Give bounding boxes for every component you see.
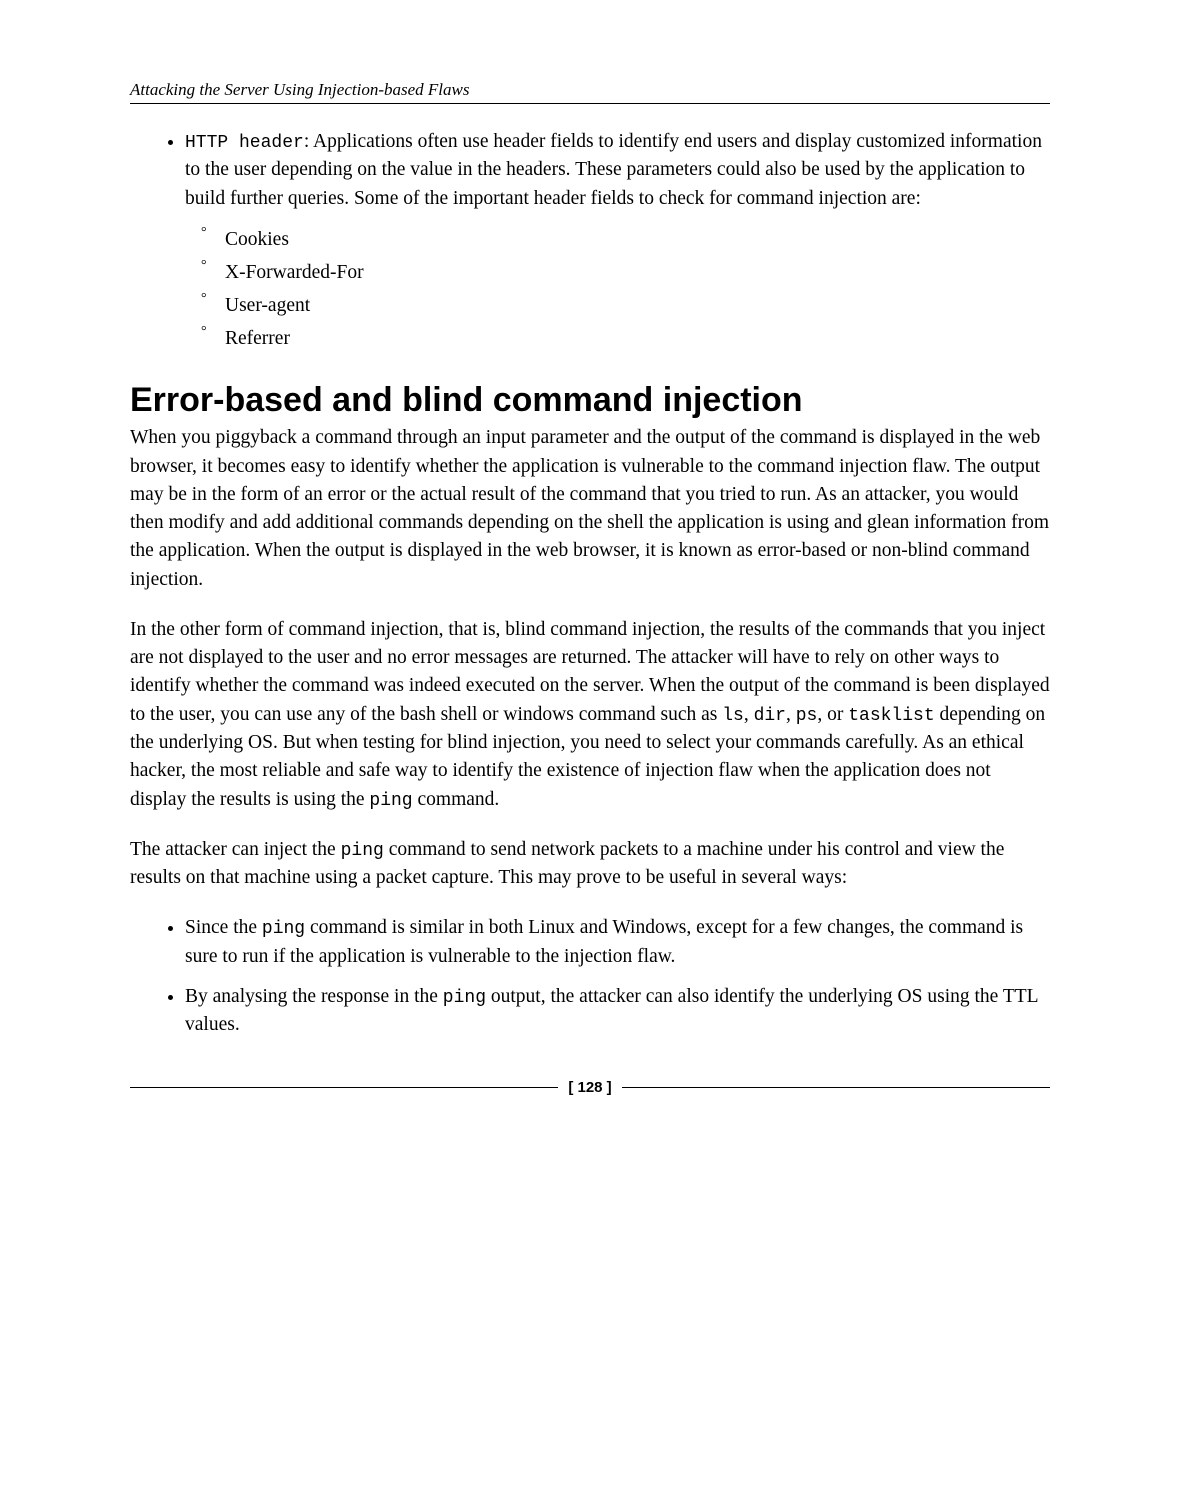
text-run: Since the — [185, 917, 262, 938]
top-bullet-list: HTTP header: Applications often use head… — [130, 128, 1050, 355]
code-ping: ping — [443, 988, 486, 1008]
sub-list-item: Cookies — [225, 223, 1050, 256]
code-http-header: HTTP header — [185, 133, 304, 153]
text-run: , — [786, 704, 796, 725]
text-run: , — [744, 704, 754, 725]
running-header: Attacking the Server Using Injection-bas… — [130, 80, 1050, 104]
code-ping: ping — [262, 919, 305, 939]
lower-bullet-list: Since the ping command is similar in bot… — [130, 914, 1050, 1039]
sub-list-item: X-Forwarded-For — [225, 256, 1050, 289]
code-tasklist: tasklist — [848, 706, 934, 726]
list-item: HTTP header: Applications often use head… — [185, 128, 1050, 355]
text-run: command. — [413, 789, 500, 810]
text-run: command is similar in both Linux and Win… — [185, 917, 1023, 966]
sub-list-item: User-agent — [225, 289, 1050, 322]
code-dir: dir — [754, 706, 786, 726]
text-run: The attacker can inject the — [130, 839, 341, 860]
code-ping: ping — [369, 791, 412, 811]
paragraph-3: The attacker can inject the ping command… — [130, 836, 1050, 893]
code-ls: ls — [722, 706, 744, 726]
page-content: Attacking the Server Using Injection-bas… — [0, 0, 1180, 1136]
sub-list: Cookies X-Forwarded-For User-agent Refer… — [185, 223, 1050, 356]
sub-list-item: Referrer — [225, 322, 1050, 355]
paragraph-1: When you piggyback a command through an … — [130, 424, 1050, 594]
paragraph-2: In the other form of command injection, … — [130, 616, 1050, 814]
list-item: Since the ping command is similar in bot… — [185, 914, 1050, 971]
page-number: [ 128 ] — [558, 1079, 621, 1096]
text-run: By analysing the response in the — [185, 986, 443, 1007]
footer-rule-right — [622, 1087, 1050, 1088]
list-item: By analysing the response in the ping ou… — [185, 983, 1050, 1040]
code-ps: ps — [796, 706, 818, 726]
section-heading: Error-based and blind command injection — [130, 381, 1050, 420]
code-ping: ping — [341, 841, 384, 861]
page-footer: [ 128 ] — [130, 1079, 1050, 1096]
list-item-text: : Applications often use header fields t… — [185, 131, 1042, 209]
footer-rule-left — [130, 1087, 558, 1088]
text-run: , or — [817, 704, 848, 725]
